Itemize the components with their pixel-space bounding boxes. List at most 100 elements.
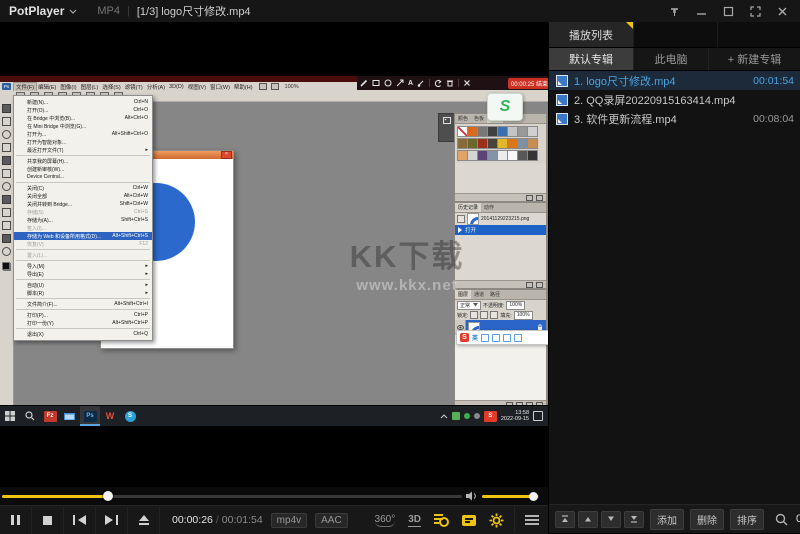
seek-bar[interactable] bbox=[2, 495, 462, 498]
file-menu-item: 签入(I)... bbox=[14, 224, 152, 232]
close-button[interactable] bbox=[775, 4, 789, 18]
file-menu-item: 打开(O)...Ctrl+O bbox=[14, 106, 152, 114]
sort-button[interactable]: 排序 bbox=[730, 509, 764, 530]
document-close-icon: × bbox=[221, 151, 232, 159]
taskbar-app-S: S bbox=[120, 406, 140, 426]
maximize-button[interactable] bbox=[721, 4, 735, 18]
media-file-icon bbox=[556, 75, 568, 87]
file-menu-item: 退出(X)Ctrl+Q bbox=[14, 330, 152, 338]
file-menu-item: 关闭并转到 Bridge...Shift+Ctrl+W bbox=[14, 200, 152, 208]
ps-menu-item: 图层(L) bbox=[79, 83, 101, 91]
3d-button[interactable]: 3D bbox=[408, 514, 421, 527]
ps-menu-item: 分析(A) bbox=[145, 83, 167, 91]
volume-handle[interactable] bbox=[529, 492, 538, 501]
subtitle-panel-icon[interactable] bbox=[462, 515, 476, 526]
titlebar[interactable]: PotPlayer MP4 | [1/3] logo尺寸修改.mp4 bbox=[0, 0, 800, 22]
app-name[interactable]: PotPlayer bbox=[9, 4, 64, 18]
playlist-footer: 添加 删除 排序 09:58 bbox=[549, 504, 800, 533]
file-menu-item: Device Central... bbox=[14, 173, 152, 181]
tab-slot[interactable] bbox=[717, 22, 800, 47]
pin-icon[interactable] bbox=[667, 4, 681, 18]
move-down-button[interactable] bbox=[601, 511, 621, 528]
history-snapshot-row: 20141129223215.png bbox=[455, 213, 546, 225]
ps-logo: Ps bbox=[2, 83, 11, 90]
open-file-button[interactable] bbox=[128, 507, 160, 534]
vr-360-button[interactable]: 360° bbox=[375, 514, 396, 527]
tab-playlist[interactable]: 播放列表 bbox=[549, 22, 633, 47]
next-button[interactable] bbox=[96, 507, 128, 534]
minimize-button[interactable] bbox=[694, 4, 708, 18]
ps-color-swatches bbox=[2, 262, 11, 271]
move-bottom-button[interactable] bbox=[624, 511, 644, 528]
panel-tab: 动作 bbox=[481, 203, 497, 212]
style-swatch-grid bbox=[455, 124, 546, 163]
style-swatch bbox=[527, 138, 538, 149]
move-up-button[interactable] bbox=[578, 511, 598, 528]
playlist-subtab[interactable]: + 新建专辑 bbox=[709, 48, 800, 70]
taskbar-app-Fz: Fz bbox=[40, 406, 60, 426]
playlist-item[interactable]: 1. logo尺寸修改.mp4 00:01:54 bbox=[549, 71, 800, 90]
seek-row bbox=[0, 487, 548, 505]
file-menu-item: 关闭(C)Ctrl+W bbox=[14, 184, 152, 192]
video-display[interactable]: Ps 文件(F)编辑(E)图像(I)图层(L)选择(S)滤镜(T)分析(A)3D… bbox=[0, 22, 548, 487]
ps-menu-item: 滤镜(T) bbox=[123, 83, 145, 91]
add-button[interactable]: 添加 bbox=[650, 509, 684, 530]
file-menu-item: 存储为 Web 和设备所用格式(D)...Alt+Shift+Ctrl+S bbox=[14, 232, 152, 240]
volume-fill bbox=[482, 495, 533, 498]
fullscreen-button[interactable] bbox=[748, 4, 762, 18]
ps-menu-item: 选择(S) bbox=[100, 83, 122, 91]
file-menu-item: 打印一份(Y)Alt+Shift+Ctrl+P bbox=[14, 319, 152, 327]
speaker-icon[interactable] bbox=[466, 491, 478, 501]
seek-handle[interactable] bbox=[103, 491, 113, 501]
media-file-icon bbox=[556, 94, 568, 106]
time-display: 00:00:26/00:01:54 bbox=[172, 514, 263, 526]
pause-button[interactable] bbox=[0, 507, 32, 534]
settings-gear-icon[interactable] bbox=[489, 513, 504, 528]
taskbar-app-folder bbox=[60, 406, 80, 426]
menu-button[interactable] bbox=[514, 506, 548, 533]
delete-button[interactable]: 删除 bbox=[690, 509, 724, 530]
brush-icon bbox=[417, 79, 425, 87]
tray-ime-icon: S bbox=[484, 411, 497, 422]
pencil-icon bbox=[360, 79, 368, 87]
ps-menu-item: 3D(D) bbox=[167, 84, 186, 90]
stop-button[interactable] bbox=[32, 507, 64, 534]
media-file-icon bbox=[556, 113, 568, 125]
ps-panel-dock bbox=[438, 113, 455, 142]
playlist-subtab[interactable]: 默认专辑 bbox=[549, 48, 634, 70]
playlist-subtab[interactable]: 此电脑 bbox=[634, 48, 709, 70]
ps-menu-item: 编辑(E) bbox=[36, 83, 58, 91]
panel-tab: 图层 bbox=[455, 290, 471, 299]
ps-menu-item: 视图(V) bbox=[186, 83, 208, 91]
volume-bar[interactable] bbox=[482, 495, 539, 498]
chevron-down-icon[interactable] bbox=[69, 9, 77, 14]
file-menu-item: 存储(S)Ctrl+S bbox=[14, 208, 152, 216]
style-swatch bbox=[527, 126, 538, 137]
search-icon[interactable] bbox=[775, 513, 788, 526]
playlist-item[interactable]: 3. 软件更新流程.mp4 00:08:04 bbox=[549, 109, 800, 128]
opacity-value: 100% bbox=[506, 301, 525, 310]
rectangle-icon bbox=[372, 79, 380, 87]
fill-value: 100% bbox=[514, 311, 533, 320]
ps-styles-panel: 颜色色板样式 bbox=[454, 113, 547, 202]
total-time: 00:01:54 bbox=[222, 514, 263, 526]
panel-tab: 路径 bbox=[487, 290, 503, 299]
window-title: [1/3] logo尺寸修改.mp4 bbox=[137, 3, 251, 19]
tab-slot[interactable] bbox=[633, 22, 717, 47]
history-step-row: 打开 bbox=[455, 225, 546, 235]
menu-separator bbox=[16, 298, 150, 299]
move-top-button[interactable] bbox=[555, 511, 575, 528]
playlist-item[interactable]: 2. QQ录屏20220915163414.mp4 bbox=[549, 90, 800, 109]
taskbar-apps: FzPsWS bbox=[0, 406, 140, 426]
ps-history-panel: 历史记录动作 20141129223215.png 打开 bbox=[454, 202, 547, 289]
file-menu-item: 关闭全部Alt+Ctrl+W bbox=[14, 192, 152, 200]
playlist-search-icon[interactable] bbox=[434, 514, 449, 527]
tray-expand-icon bbox=[440, 414, 448, 419]
tray-icon bbox=[464, 413, 470, 419]
audio-codec-badge: AAC bbox=[315, 513, 348, 528]
style-swatch bbox=[527, 150, 538, 161]
previous-button[interactable] bbox=[64, 507, 96, 534]
menu-separator bbox=[16, 309, 150, 310]
file-menu-item: 文件简介(F)...Alt+Shift+Ctrl+I bbox=[14, 300, 152, 308]
taskbar-app-search bbox=[20, 406, 40, 426]
